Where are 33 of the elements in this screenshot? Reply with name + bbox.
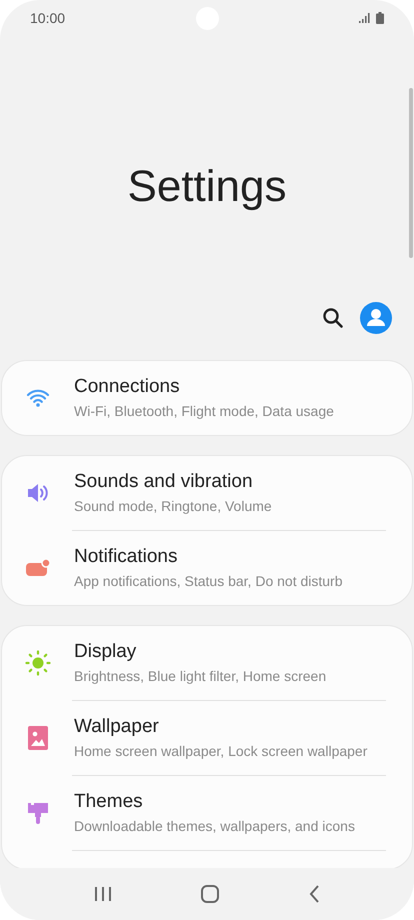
item-summary: Downloadable themes, wallpapers, and icons <box>74 818 355 836</box>
item-summary: Brightness, Blue light filter, Home screen <box>74 668 326 686</box>
status-time: 10:00 <box>30 8 66 28</box>
search-icon[interactable] <box>322 307 344 329</box>
item-title: Themes <box>74 790 144 814</box>
battery-icon <box>376 12 384 24</box>
item-title: Display <box>74 640 138 664</box>
profile-icon[interactable] <box>360 302 392 334</box>
settings-item[interactable]: Connections Wi-Fi, Bluetooth, Flight mode, Data usage <box>2 361 412 435</box>
settings-item[interactable]: Themes Downloadable themes, wallpapers, and icons <box>2 776 412 850</box>
sun-icon <box>25 650 51 676</box>
item-summary: Home screen wallpaper, Lock screen wallpaper <box>74 743 368 761</box>
settings-item[interactable]: Notifications App notifications, Status bar, Do not disturb <box>2 531 412 605</box>
image-icon <box>28 726 48 750</box>
signal-icon <box>359 13 370 23</box>
back-icon[interactable] <box>308 885 320 903</box>
item-title: Wallpaper <box>74 715 160 740</box>
speaker-icon <box>26 482 50 504</box>
paint-brush-icon <box>28 801 48 825</box>
home-icon[interactable] <box>200 885 219 903</box>
wifi-icon <box>26 388 50 408</box>
page-title: Settings <box>128 165 286 209</box>
settings-item[interactable]: Display Brightness, Blue light filter, Home screen <box>2 626 412 700</box>
recent-apps-icon[interactable] <box>94 886 112 902</box>
item-summary: App notifications, Status bar, Do not disturb <box>74 573 342 591</box>
item-summary: Sound mode, Ringtone, Volume <box>74 498 272 516</box>
item-title: Connections <box>74 375 181 400</box>
settings-item[interactable]: Wallpaper Home screen wallpaper, Lock screen wallpaper <box>2 701 412 775</box>
notification-icon <box>26 558 50 578</box>
item-title: Notifications <box>74 545 178 570</box>
item-summary: Wi-Fi, Bluetooth, Flight mode, Data usage <box>74 403 334 421</box>
item-title: Sounds and vibration <box>74 470 254 494</box>
settings-item[interactable]: Sounds and vibration Sound mode, Ringtone, Volume <box>2 456 412 530</box>
